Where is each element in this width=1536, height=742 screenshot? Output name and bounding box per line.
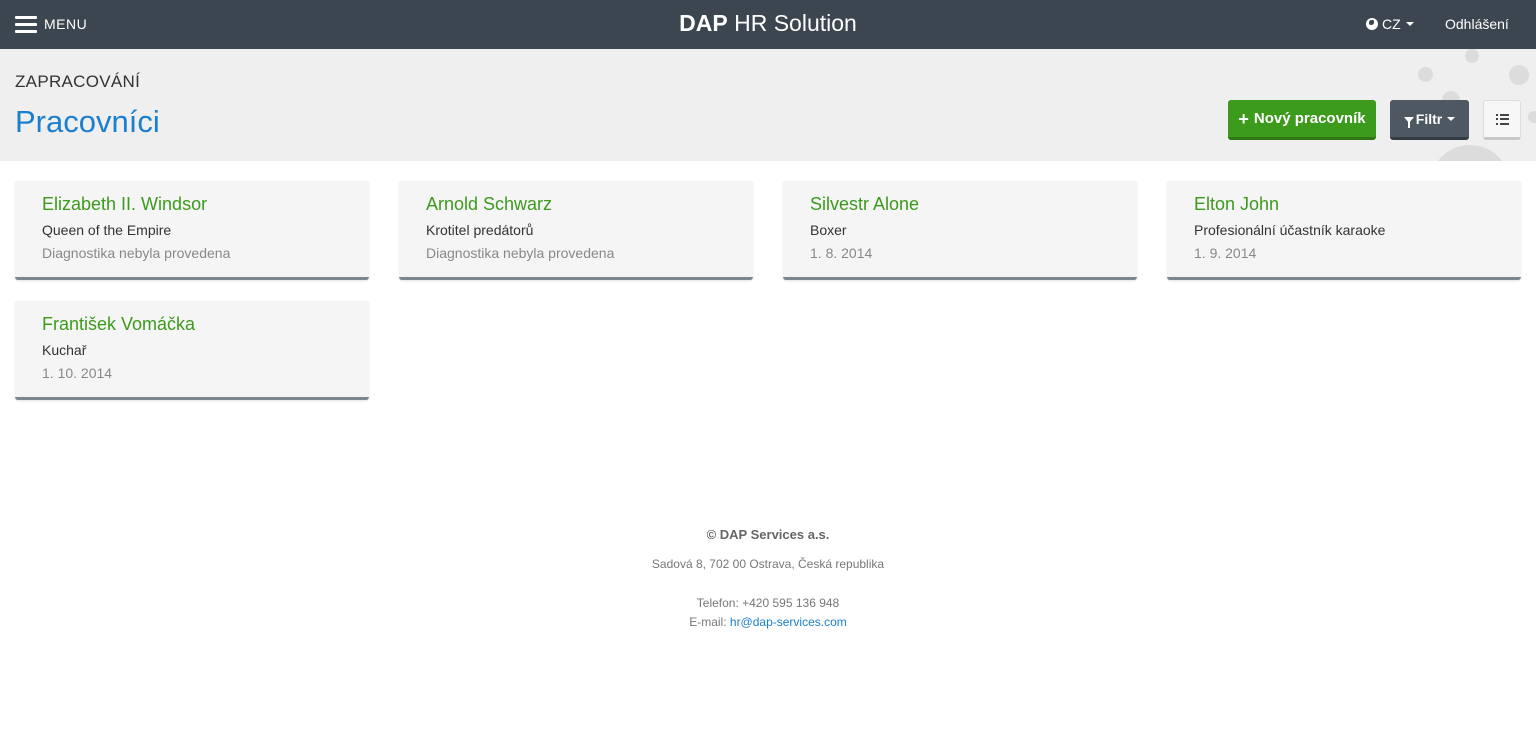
- employee-name[interactable]: Elizabeth II. Windsor: [42, 194, 207, 215]
- filter-button[interactable]: Filtr: [1390, 100, 1469, 140]
- employee-status: 1. 8. 2014: [810, 245, 873, 261]
- footer-company: © DAP Services a.s.: [706, 527, 830, 542]
- employee-name[interactable]: František Vomáčka: [42, 314, 195, 335]
- filter-icon: [1403, 116, 1414, 128]
- globe-icon: [1366, 18, 1378, 30]
- app-title-rest: HR Solution: [727, 10, 857, 36]
- footer-phone: Telefon: +420 595 136 948: [696, 596, 840, 610]
- app-title-bold: DAP: [679, 10, 728, 36]
- decorative-dot: [1418, 67, 1433, 82]
- menu-button[interactable]: MENU: [15, 14, 87, 34]
- employee-name[interactable]: Silvestr Alone: [810, 194, 919, 215]
- employee-role: Kuchař: [42, 342, 87, 358]
- employee-status: 1. 10. 2014: [42, 365, 113, 381]
- logout-link[interactable]: Odhlášení: [1445, 16, 1509, 32]
- employee-card[interactable]: Elton John Profesionální účastník karaok…: [1167, 181, 1521, 280]
- employee-status: 1. 9. 2014: [1194, 245, 1257, 261]
- plus-icon: +: [1238, 108, 1249, 129]
- new-employee-label: Nový pracovník: [1253, 110, 1366, 127]
- employee-card[interactable]: Arnold Schwarz Krotitel predátorů Diagno…: [399, 181, 753, 280]
- new-employee-button[interactable]: + Nový pracovník: [1228, 100, 1376, 140]
- footer-email: E-mail: hr@dap-services.com: [0, 615, 1536, 629]
- app-title: DAP HR Solution: [0, 10, 1536, 37]
- language-dropdown[interactable]: CZ: [1366, 16, 1414, 32]
- employee-role: Queen of the Empire: [42, 222, 172, 238]
- footer-email-label: E-mail:: [689, 615, 730, 629]
- list-icon: [1495, 113, 1509, 125]
- section-title: ZAPRACOVÁNÍ: [15, 72, 141, 91]
- employee-role: Boxer: [810, 222, 847, 238]
- decorative-dot: [1465, 49, 1479, 63]
- hamburger-icon: [15, 15, 37, 33]
- employee-name[interactable]: Arnold Schwarz: [426, 194, 552, 215]
- caret-down-icon: [1447, 116, 1456, 121]
- page-title: Pracovníci: [15, 104, 160, 139]
- language-label: CZ: [1382, 16, 1401, 32]
- filter-label: Filtr: [1415, 110, 1443, 127]
- employee-card[interactable]: Silvestr Alone Boxer 1. 8. 2014: [783, 181, 1137, 280]
- top-navbar: MENU DAP HR Solution CZ Odhlášení: [0, 0, 1536, 49]
- list-view-button[interactable]: [1483, 100, 1521, 140]
- footer-email-link[interactable]: hr@dap-services.com: [730, 615, 847, 629]
- footer-address: Sadová 8, 702 00 Ostrava, Česká republik…: [651, 557, 885, 571]
- menu-label: MENU: [44, 16, 88, 32]
- employee-status: Diagnostika nebyla provedena: [42, 245, 231, 261]
- caret-down-icon: [1405, 22, 1414, 26]
- employee-card[interactable]: František Vomáčka Kuchař 1. 10. 2014: [15, 301, 369, 400]
- decorative-dot: [1528, 111, 1536, 123]
- page-header: ZAPRACOVÁNÍ Pracovníci + Nový pracovník …: [0, 49, 1536, 161]
- employee-role: Krotitel predátorů: [426, 222, 534, 238]
- employee-role: Profesionální účastník karaoke: [1194, 222, 1386, 238]
- employee-card[interactable]: Elizabeth II. Windsor Queen of the Empir…: [15, 181, 369, 280]
- employee-name[interactable]: Elton John: [1194, 194, 1279, 215]
- employee-status: Diagnostika nebyla provedena: [426, 245, 615, 261]
- decorative-dot: [1430, 145, 1510, 161]
- decorative-dot: [1509, 65, 1529, 85]
